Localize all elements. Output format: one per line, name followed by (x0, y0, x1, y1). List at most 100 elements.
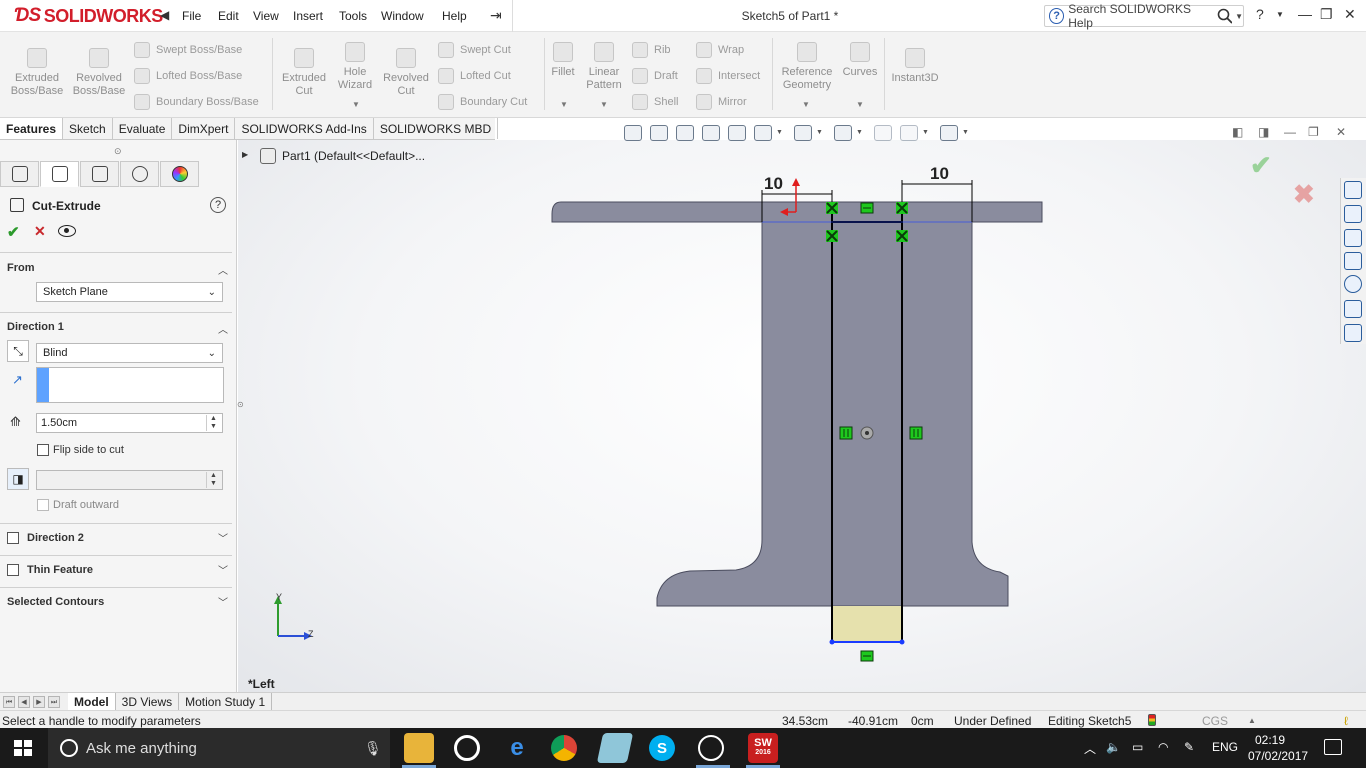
swept-cut-button[interactable]: Swept Cut (438, 42, 511, 58)
section-direction1-label[interactable]: Direction 1 (7, 321, 64, 333)
confirm-ok-icon[interactable]: ✔ (1250, 150, 1272, 181)
edge-browser-taskbar-icon[interactable]: e (502, 733, 532, 763)
extruded-cut-button[interactable]: Extruded Cut (276, 48, 332, 98)
action-center-icon[interactable] (1324, 739, 1342, 755)
collapse-direction1-icon[interactable]: ︿ (218, 321, 228, 336)
menu-insert[interactable]: Insert (293, 9, 323, 23)
intersect-button[interactable]: Intersect (696, 68, 760, 84)
sketch-canvas[interactable] (238, 140, 1366, 692)
tab-propertymanager[interactable] (40, 161, 79, 187)
expand-thin-feature-icon[interactable]: ﹀ (218, 562, 228, 577)
section-selected-contours-label[interactable]: Selected Contours (7, 596, 104, 608)
display-style-dropdown-icon[interactable]: ▼ (816, 129, 823, 136)
revolved-cut-button[interactable]: Revolved Cut (378, 48, 434, 98)
solidworks-taskbar-icon[interactable]: SW 2016 (748, 733, 778, 763)
microphone-icon[interactable]: 🎙 (364, 740, 382, 757)
view-settings-dropdown-icon[interactable]: ▼ (962, 129, 969, 136)
show-hidden-icons-icon[interactable]: ︿ (1084, 740, 1096, 757)
menu-file[interactable]: File (182, 9, 201, 23)
lofted-cut-button[interactable]: Lofted Cut (438, 68, 511, 84)
rebuild-traffic-light-icon[interactable] (1148, 714, 1156, 726)
custom-properties-icon[interactable] (1344, 300, 1362, 318)
dimension-left-value[interactable]: 10 (764, 174, 783, 194)
close-button[interactable]: ✕ (1344, 6, 1356, 23)
confirm-cancel-icon[interactable]: ✖ (1293, 179, 1315, 210)
next-tab-icon[interactable]: ▶ (33, 695, 45, 708)
viewport-tile-left-icon[interactable]: ◧ (1232, 125, 1243, 139)
direction-selection-box[interactable] (36, 367, 224, 403)
lofted-boss-button[interactable]: Lofted Boss/Base (134, 68, 242, 84)
tab-sketch[interactable]: Sketch (63, 118, 113, 139)
draft-on-off-icon[interactable]: ◨ (7, 468, 29, 490)
from-select[interactable]: Sketch Plane ⌄ (36, 282, 223, 302)
apply-scene-icon[interactable] (900, 125, 918, 141)
viewport-minimize-icon[interactable]: — (1284, 125, 1296, 139)
menu-window[interactable]: Window (381, 9, 424, 23)
section-thin-feature-label[interactable]: Thin Feature (27, 564, 93, 576)
reference-geometry-dropdown-icon[interactable]: ▼ (802, 100, 810, 109)
feature-tree-root[interactable]: Part1 (Default<<Default>... (260, 148, 425, 164)
boundary-cut-button[interactable]: Boundary Cut (438, 94, 527, 110)
hide-show-items-icon[interactable] (834, 125, 852, 141)
section-from-label[interactable]: From (7, 262, 35, 274)
help-search-box[interactable]: ? Search SOLIDWORKS Help ▼ (1044, 2, 1244, 30)
cancel-x-icon[interactable]: ✕ (34, 223, 46, 240)
zoom-area-icon[interactable] (650, 125, 668, 141)
tab-dimxpertmanager[interactable] (120, 161, 159, 187)
revolved-boss-button[interactable]: Revolved Boss/Base (70, 48, 128, 98)
tab-3d-views[interactable]: 3D Views (116, 693, 180, 710)
instant3d-button[interactable]: Instant3D (888, 48, 942, 85)
linear-pattern-button[interactable]: Linear Pattern (582, 42, 626, 92)
view-orientation-icon[interactable] (754, 125, 772, 141)
view-orientation-dropdown-icon[interactable]: ▼ (776, 129, 783, 136)
media-player-taskbar-icon[interactable] (454, 735, 480, 761)
minimize-button[interactable]: — (1298, 6, 1312, 22)
status-units[interactable]: CGS (1202, 714, 1228, 728)
detailed-preview-eye-icon[interactable] (58, 225, 76, 237)
menu-tools[interactable]: Tools (339, 9, 367, 23)
viewport-restore-icon[interactable]: ❐ (1308, 125, 1319, 139)
thin-feature-checkbox[interactable] (7, 564, 19, 576)
reference-geometry-button[interactable]: Reference Geometry (776, 42, 838, 92)
dynamic-annotation-icon[interactable] (728, 125, 746, 141)
reverse-direction-icon[interactable]: ⤡ (7, 340, 29, 362)
volume-icon[interactable]: 🔈 (1106, 740, 1121, 754)
flip-side-checkbox[interactable] (37, 444, 49, 456)
tab-motion-study[interactable]: Motion Study 1 (179, 693, 273, 710)
previous-view-icon[interactable] (676, 125, 694, 141)
curves-button[interactable]: Curves (840, 42, 880, 79)
hole-wizard-dropdown-icon[interactable]: ▼ (352, 100, 360, 109)
clock-app-taskbar-icon[interactable] (698, 735, 724, 761)
display-style-icon[interactable] (794, 125, 812, 141)
menu-view[interactable]: View (253, 9, 279, 23)
tab-dimxpert[interactable]: DimXpert (172, 118, 236, 139)
boundary-boss-button[interactable]: Boundary Boss/Base (134, 94, 259, 110)
draft-angle-input[interactable]: ▲ ▼ (36, 470, 223, 490)
forum-icon[interactable] (1344, 324, 1362, 342)
search-dropdown-icon[interactable]: ▼ (1235, 12, 1243, 21)
draft-spinner-icon[interactable]: ▲ ▼ (206, 472, 220, 488)
depth-spinner-icon[interactable]: ▲ ▼ (206, 415, 220, 431)
search-icon[interactable] (1217, 8, 1233, 24)
menu-collapse-icon[interactable]: ◀ (160, 8, 169, 22)
rib-button[interactable]: Rib (632, 42, 671, 58)
dimension-right-value[interactable]: 10 (930, 164, 949, 184)
edit-appearance-icon[interactable] (874, 125, 892, 141)
previous-tab-icon[interactable]: ◀ (18, 695, 30, 708)
direction2-checkbox[interactable] (7, 532, 19, 544)
first-tab-icon[interactable]: ⏮ (3, 695, 15, 708)
menu-help[interactable]: Help (442, 9, 467, 23)
units-dropdown-icon[interactable]: ▲ (1248, 716, 1256, 725)
help-question-button[interactable]: ? (1256, 6, 1264, 22)
skype-taskbar-icon[interactable]: S (649, 735, 675, 761)
end-condition-select[interactable]: Blind ⌄ (36, 343, 223, 363)
curves-dropdown-icon[interactable]: ▼ (856, 100, 864, 109)
solidworks-logo[interactable]: ƊS SOLIDWORKS (14, 4, 163, 28)
file-explorer-icon[interactable] (1344, 229, 1362, 247)
depth-input[interactable]: 1.50cm ▲ ▼ (36, 413, 223, 433)
section-direction2-label[interactable]: Direction 2 (27, 532, 84, 544)
pin-icon[interactable]: ⇥ (490, 7, 502, 24)
menu-edit[interactable]: Edit (218, 9, 239, 23)
pen-icon[interactable]: ✎ (1184, 740, 1194, 754)
tab-addins[interactable]: SOLIDWORKS Add-Ins (235, 118, 374, 139)
